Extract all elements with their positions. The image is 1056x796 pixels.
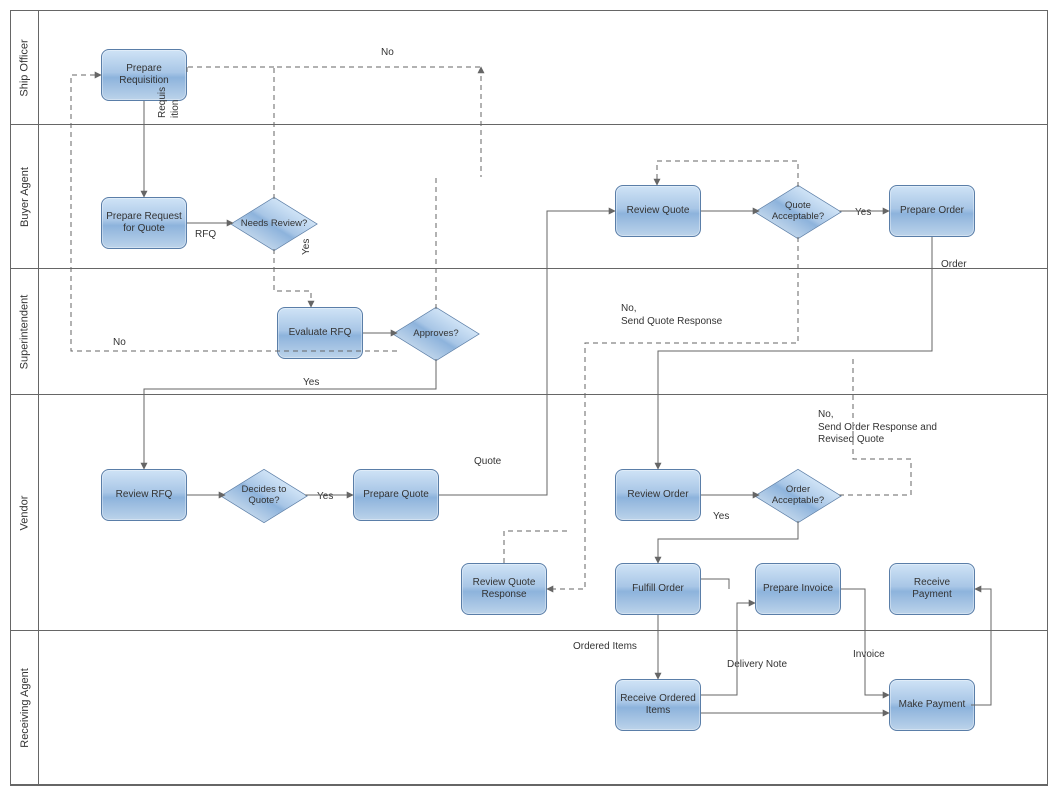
decision-approves: Approves? — [393, 307, 479, 361]
edge-label-rfq: RFQ — [195, 229, 216, 242]
process-review-quote: Review Quote — [615, 185, 701, 237]
process-receive-ordered-items: Receive Ordered Items — [615, 679, 701, 731]
lane-label-cell: Vendor — [11, 395, 39, 630]
edge-label-yes-super: Yes — [303, 377, 319, 390]
decision-label: Order Acceptable? — [755, 469, 841, 523]
decision-label: Approves? — [393, 307, 479, 361]
swimlane-diagram: Ship Officer Buyer Agent Superintendent … — [10, 10, 1048, 786]
lane-label: Buyer Agent — [19, 167, 31, 227]
edge-label-requisition: Requis ition — [157, 87, 182, 118]
process-evaluate-rfq: Evaluate RFQ — [277, 307, 363, 359]
process-review-order: Review Order — [615, 469, 701, 521]
process-receive-payment: Receive Payment — [889, 563, 975, 615]
edge-label-yes1: Yes — [301, 239, 314, 255]
process-prepare-quote: Prepare Quote — [353, 469, 439, 521]
decision-quote-acceptable: Quote Acceptable? — [755, 185, 841, 239]
edge-label-no-send-quote-resp: No, Send Quote Response — [621, 303, 722, 328]
edge-label-ordered-items: Ordered Items — [573, 641, 637, 654]
lane-label: Ship Officer — [19, 39, 31, 96]
process-make-payment: Make Payment — [889, 679, 975, 731]
process-review-rfq: Review RFQ — [101, 469, 187, 521]
process-prepare-rfq: Prepare Request for Quote — [101, 197, 187, 249]
decision-order-acceptable: Order Acceptable? — [755, 469, 841, 523]
edge-label-no-left: No — [113, 337, 126, 350]
lane-label-cell: Buyer Agent — [11, 125, 39, 268]
edge-label-yes-quote-acc: Yes — [855, 207, 871, 220]
lane-label: Receiving Agent — [19, 668, 31, 748]
lane-label: Vendor — [19, 495, 31, 530]
decision-label: Quote Acceptable? — [755, 185, 841, 239]
lane-label: Superintendent — [19, 294, 31, 369]
lane-superintendent: Superintendent — [11, 269, 1047, 395]
edge-label-invoice: Invoice — [853, 649, 885, 662]
edge-label-yes-order-acc: Yes — [713, 511, 729, 524]
lane-label-cell: Receiving Agent — [11, 631, 39, 784]
edge-label-yes-decides: Yes — [317, 491, 333, 504]
process-prepare-invoice: Prepare Invoice — [755, 563, 841, 615]
decision-label: Decides to Quote? — [221, 469, 307, 523]
lane-label-cell: Superintendent — [11, 269, 39, 394]
edge-label-quote: Quote — [474, 456, 501, 469]
edge-label-delivery-note: Delivery Note — [727, 659, 787, 672]
process-prepare-order: Prepare Order — [889, 185, 975, 237]
process-review-quote-response: Review Quote Response — [461, 563, 547, 615]
lane-label-cell: Ship Officer — [11, 11, 39, 124]
edge-label-no-send-order-resp: No, Send Order Response and Revised Quot… — [818, 409, 937, 447]
decision-decides-to-quote: Decides to Quote? — [221, 469, 307, 523]
edge-label-no-top: No — [381, 47, 394, 60]
process-fulfill-order: Fulfill Order — [615, 563, 701, 615]
edge-label-order: Order — [941, 259, 967, 272]
